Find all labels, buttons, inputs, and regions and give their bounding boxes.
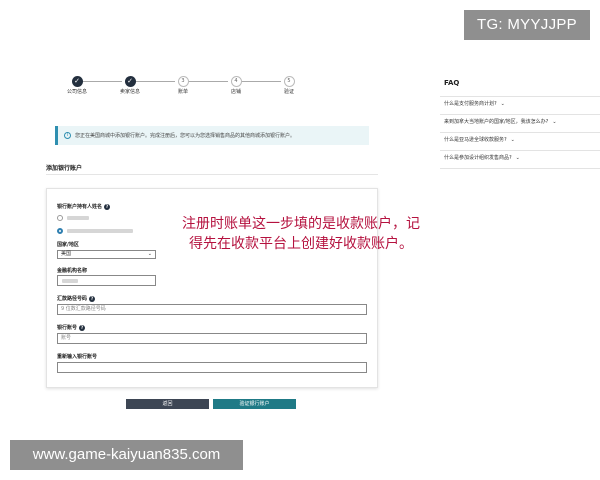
step-seller-info: ✓ 卖家信息	[113, 76, 147, 95]
country-select-value: 美国	[61, 251, 72, 257]
help-icon[interactable]: ?	[89, 295, 96, 302]
banner-text: 您正在美国商城中添加银行账户。完成注册后，您可以为您选择销售商品的其他商城添加银…	[75, 133, 296, 139]
screenshot: TG: MYYJJPP ✓ 公司信息 ✓ 卖家信息 3 账单 4 店铺 5 验证…	[0, 0, 600, 480]
redacted-name	[67, 216, 89, 220]
step-billing: 3 账单	[166, 76, 200, 95]
divider	[440, 114, 600, 115]
divider	[440, 150, 600, 151]
country-label: 国家/地区	[57, 242, 79, 248]
account-number-label-text: 银行账号	[57, 325, 78, 331]
progress-stepper: ✓ 公司信息 ✓ 卖家信息 3 账单 4 店铺 5 验证	[60, 76, 320, 110]
verify-bank-account-button[interactable]: 验证银行账户	[213, 399, 296, 409]
chevron-down-icon: ⌄	[510, 137, 515, 143]
info-icon: i	[64, 132, 71, 139]
check-icon: ✓	[124, 76, 136, 87]
check-icon: ✓	[71, 76, 83, 87]
holder-name-radio-option-selected[interactable]	[57, 228, 63, 234]
step-label: 公司信息	[66, 89, 87, 95]
faq-item[interactable]: 来到加拿大当地账户的国家/地区，我该怎么办? ⌄	[444, 118, 557, 125]
chevron-down-icon: ⌄	[515, 155, 520, 161]
holder-name-label-text: 银行账户持有人姓名	[57, 204, 103, 210]
watermark-top: TG: MYYJJPP	[464, 10, 590, 40]
country-select[interactable]: 美国 ⌄	[57, 250, 156, 259]
faq-item[interactable]: 什么是参加设计组织发售商品? ⌄	[444, 154, 520, 161]
reenter-account-number-field[interactable]	[57, 362, 367, 373]
holder-name-radio-option[interactable]	[57, 215, 63, 221]
redacted-institution	[62, 279, 78, 283]
chevron-down-icon: ⌄	[552, 119, 557, 125]
step-number: 3	[177, 76, 189, 87]
step-verification: 5 验证	[272, 76, 306, 95]
annotation-note: 注册时账单这一步填的是收款账户，记得先在收款平台上创建好收款账户。	[182, 216, 420, 252]
step-label: 验证	[283, 89, 294, 95]
holder-name-label: 银行账户持有人姓名 ?	[57, 203, 111, 210]
redacted-name	[67, 229, 133, 233]
section-title: 添加银行账户	[46, 165, 83, 172]
divider	[440, 132, 600, 133]
faq-item[interactable]: 什么是亚马逊全球收款服务? ⌄	[444, 136, 515, 143]
faq-item[interactable]: 什么是支付服务商计划? ⌄	[444, 100, 505, 107]
step-number: 4	[230, 76, 242, 87]
help-icon[interactable]: ?	[104, 203, 111, 210]
chevron-down-icon: ⌄	[500, 101, 505, 107]
institution-label: 金融机构名称	[57, 268, 88, 274]
step-label: 卖家信息	[119, 89, 140, 95]
divider	[46, 174, 378, 175]
divider	[440, 168, 600, 169]
routing-number-field[interactable]: 9 位数汇款路径号码	[57, 304, 367, 315]
faq-item-text: 来到加拿大当地账户的国家/地区，我该怎么办?	[444, 119, 549, 125]
info-banner: i 您正在美国商城中添加银行账户。完成注册后，您可以为您选择销售商品的其他商城添…	[55, 126, 369, 145]
faq-title: FAQ	[444, 79, 460, 87]
divider	[440, 96, 600, 97]
back-button[interactable]: 返回	[126, 399, 209, 409]
step-label: 店铺	[230, 89, 241, 95]
help-icon[interactable]: ?	[79, 324, 86, 331]
account-number-field[interactable]: 账号	[57, 333, 367, 344]
account-number-label: 银行账号 ?	[57, 324, 86, 331]
step-label: 账单	[177, 89, 188, 95]
reenter-account-label: 重新输入银行账号	[57, 354, 98, 360]
step-store: 4 店铺	[219, 76, 253, 95]
step-number: 5	[283, 76, 295, 87]
faq-item-text: 什么是参加设计组织发售商品?	[444, 155, 512, 161]
chevron-down-icon: ⌄	[147, 251, 152, 257]
faq-item-text: 什么是支付服务商计划?	[444, 101, 497, 107]
watermark-bottom: www.game-kaiyuan835.com	[10, 440, 243, 470]
step-company-info: ✓ 公司信息	[60, 76, 94, 95]
institution-name-field[interactable]	[57, 275, 156, 286]
routing-number-label: 汇款路径号码 ?	[57, 295, 96, 302]
routing-number-label-text: 汇款路径号码	[57, 296, 88, 302]
faq-item-text: 什么是亚马逊全球收款服务?	[444, 137, 507, 143]
